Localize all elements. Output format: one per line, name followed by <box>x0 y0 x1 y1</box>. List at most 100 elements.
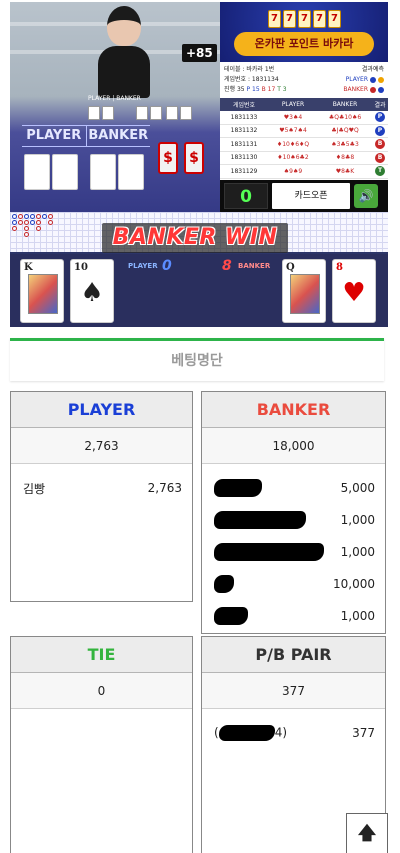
roadmap-dot <box>36 214 41 219</box>
slot-icon: 7 <box>298 10 311 28</box>
history-cell-game: 1831133 <box>230 113 258 121</box>
card-shoe-icon: $ <box>184 142 204 174</box>
dealer-video: +85 PLAYER | BANKER PLAYER BANKER $ $ <box>10 2 220 212</box>
history-cell-player: ♥5♠7♠4 <box>279 127 307 135</box>
predict-banker[interactable]: BANKER <box>343 85 384 95</box>
roadmap-dot <box>24 214 29 219</box>
history-cell-game: 1831132 <box>230 127 258 135</box>
redacted-name <box>214 511 306 529</box>
roadmap-dot <box>36 226 41 231</box>
redacted-name <box>214 479 262 497</box>
tie-bets-total: 0 <box>11 673 192 709</box>
tie-bets-panel: TIE 0 <box>10 636 193 853</box>
history-header: 게임번호 PLAYER BANKER 결과 <box>220 98 388 111</box>
dealer-avatar <box>107 6 141 46</box>
table-row: 1831131 ♦10♦6♦Q ♠3♣5♣3 B <box>220 138 388 152</box>
list-item: 1,000 <box>202 600 385 632</box>
banker-bets-total: 18,000 <box>202 428 385 464</box>
speaker-icon[interactable]: 🔊 <box>354 184 378 208</box>
player-bets-panel: PLAYER 2,763 김빵 2,763 <box>10 391 193 602</box>
predict-player[interactable]: PLAYER <box>346 75 384 85</box>
roadmap-dot <box>12 214 17 219</box>
table-row: 1831129 ♠9♠9 ♥8♣K T <box>220 165 388 179</box>
result-player-label: PLAYER <box>128 262 158 270</box>
roadmap-dot <box>42 214 47 219</box>
betting-list-header: 베팅명단 <box>10 338 384 381</box>
history-cell-player: ♦10♦6♦Q <box>276 140 310 148</box>
live-game-panel: +85 PLAYER | BANKER PLAYER BANKER $ $ 7 … <box>10 2 388 327</box>
table-card <box>118 154 144 190</box>
banker-card: Q <box>282 259 326 323</box>
game-number-label: 게임번호 : 1831134 <box>224 76 279 83</box>
table-card <box>24 154 50 190</box>
roadmap-dot <box>24 226 29 231</box>
result-badge: P <box>372 125 388 136</box>
count-display: 0 <box>224 183 268 209</box>
list-item: 김빵 2,763 <box>23 481 182 496</box>
slot-icon: 7 <box>328 10 341 28</box>
result-badge: B <box>372 139 388 150</box>
roadmap-dot <box>12 220 17 225</box>
history-table: 1831133 ♥3♠4 ♣Q♣10♠6 P 1831132 ♥5♠7♠4 ♣J♣Q♥Q P 1… <box>220 111 388 179</box>
table-row: 1831132 ♥5♠7♠4 ♣J♣Q♥Q P <box>220 125 388 138</box>
roadmap-dot <box>12 226 17 231</box>
control-bar: 0 카드오픈 🔊 <box>220 180 388 212</box>
banker-bets-title: BANKER <box>202 392 385 428</box>
pair-bets-title: P/B PAIR <box>202 637 385 673</box>
slot-icon: 7 <box>313 10 326 28</box>
redacted-name <box>218 725 275 741</box>
player-bets-total: 2,763 <box>11 428 192 464</box>
roadmap-dot <box>18 214 23 219</box>
list-item: 10,000 <box>202 568 385 600</box>
card-open-button[interactable]: 카드오픈 <box>272 183 350 209</box>
pair-bets-total: 377 <box>202 673 385 709</box>
progress-label: 진행 35 P 15 B 17 T 3 <box>224 86 287 93</box>
win-banner: BANKER WIN <box>102 223 288 253</box>
player-card: 10 ♠ <box>70 259 114 323</box>
card-shoe-icon: $ <box>158 142 178 174</box>
result-strip: K 10 ♠ PLAYER 0 8 BANKER Q 8 ♥ <box>10 254 388 327</box>
result-badge: B <box>372 152 388 163</box>
history-cell-player: ♠9♠9 <box>283 167 303 175</box>
prediction-label: 결과예측 <box>361 66 384 73</box>
history-cell-banker: ♥8♣K <box>335 167 355 175</box>
redacted-name <box>214 607 248 625</box>
roadmap-dot <box>24 232 29 237</box>
table-mini-labels: PLAYER | BANKER <box>88 95 141 102</box>
list-item: 5,000 <box>202 472 385 504</box>
table-label: 테이블 : 바카라 1번 <box>224 66 275 73</box>
table-card <box>52 154 78 190</box>
roadmap-dot <box>48 220 53 225</box>
player-bets-title: PLAYER <box>11 392 192 428</box>
table-row: 1831130 ♦10♠6♣2 ♦8♣8 B <box>220 152 388 165</box>
banker-score: 8 <box>222 258 232 274</box>
result-badge: P <box>372 112 388 123</box>
arrow-up-icon[interactable]: 🡅 <box>346 813 388 853</box>
roadmap-dot <box>18 220 23 225</box>
result-banker-label: BANKER <box>238 262 271 270</box>
history-cell-game: 1831130 <box>230 154 258 162</box>
redacted-name <box>214 543 324 561</box>
history-cell-banker: ♦8♣8 <box>335 154 355 162</box>
list-item: 1,000 <box>202 504 385 536</box>
bet-badge: +85 <box>182 44 217 62</box>
roadmap-dot <box>30 214 35 219</box>
history-cell-banker: ♣Q♣10♠6 <box>328 113 362 121</box>
history-cell-game: 1831131 <box>230 140 258 148</box>
banker-card: 8 ♥ <box>332 259 376 323</box>
slot-icon: 7 <box>268 10 281 28</box>
redacted-name <box>214 575 234 593</box>
list-item: 1,000 <box>202 536 385 568</box>
betting-list-title: 베팅명단 <box>171 353 223 369</box>
history-cell-game: 1831129 <box>230 167 258 175</box>
list-item: (4) 377 <box>214 725 375 741</box>
banker-bets-panel: BANKER 18,000 5,000 1,000 1,000 10,000 1… <box>201 391 386 634</box>
player-banker-sign: PLAYER BANKER <box>22 125 150 147</box>
history-cell-player: ♥3♠4 <box>283 113 303 121</box>
player-card: K <box>20 259 64 323</box>
slot-icon: 7 <box>283 10 296 28</box>
banner-title: 온카판 포인트 바카라 <box>234 32 374 56</box>
result-badge: T <box>372 166 388 177</box>
promo-banner: 7 7 7 7 7 온카판 포인트 바카라 <box>220 2 388 62</box>
roadmap-dot <box>36 220 41 225</box>
